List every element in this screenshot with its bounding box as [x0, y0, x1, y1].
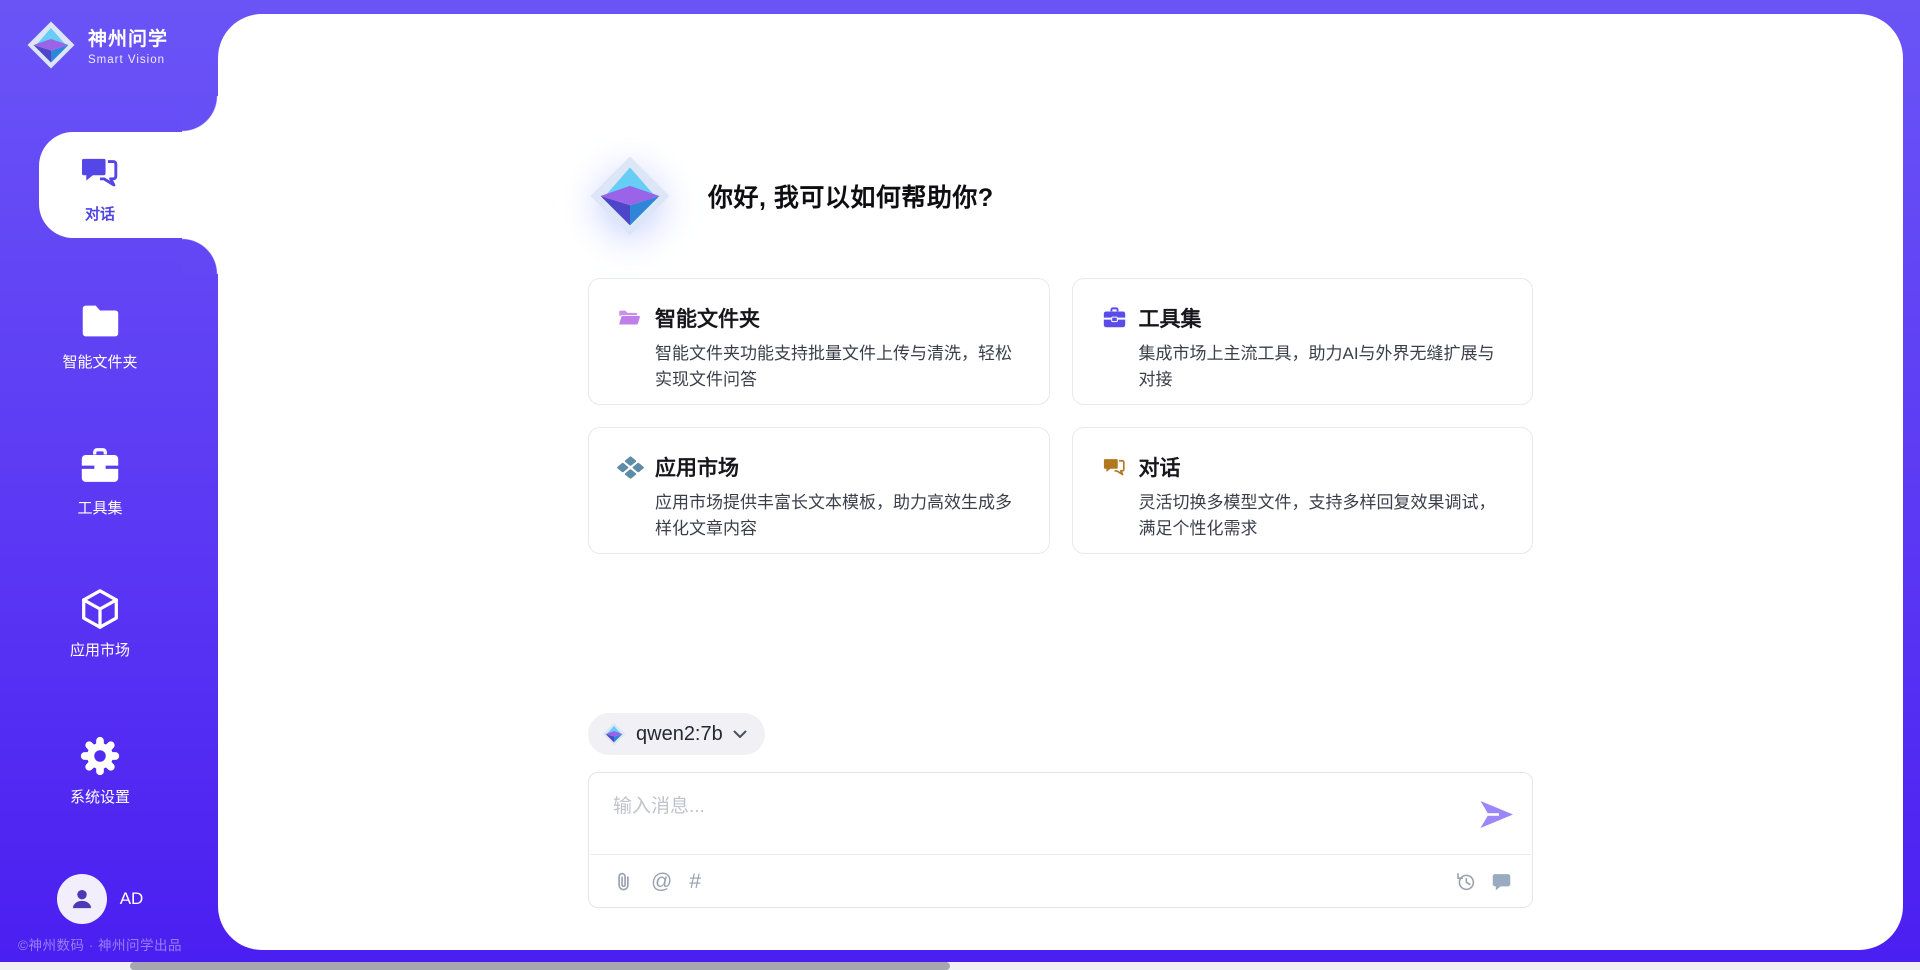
- sidebar-item-toolset[interactable]: 工具集: [0, 444, 200, 518]
- sidebar-item-label: 工具集: [77, 497, 122, 518]
- briefcase-icon: [1101, 305, 1128, 332]
- card-description: 灵活切换多模型文件，支持多样回复效果调试，满足个性化需求: [1139, 490, 1505, 541]
- sidebar-item-label: 对话: [85, 203, 115, 224]
- sidebar-item-label: 智能文件夹: [62, 351, 137, 372]
- history-icon: [1455, 871, 1476, 892]
- person-icon: [67, 884, 97, 914]
- paperclip-icon: [613, 871, 634, 892]
- cube-icon: [77, 586, 123, 632]
- horizontal-scrollbar-thumb[interactable]: [130, 962, 950, 970]
- send-button[interactable]: [1478, 799, 1516, 833]
- copyright-footer: ©神州数码 · 神州问学出品: [18, 934, 182, 954]
- sidebar-item-app-market[interactable]: 应用市场: [0, 586, 200, 660]
- model-diamond-icon: [602, 722, 626, 746]
- card-description: 应用市场提供丰富长文本模板，助力高效生成多样化文章内容: [655, 490, 1021, 541]
- sidebar: 神州问学 Smart Vision 对话 智能文件夹 工具集 应用市场 系统设置…: [0, 0, 218, 970]
- brand-name: 神州问学: [88, 24, 168, 51]
- folder-icon: [77, 298, 123, 344]
- message-icon: [1491, 871, 1512, 892]
- brand-subtitle: Smart Vision: [88, 54, 168, 66]
- card-title: 智能文件夹: [655, 303, 760, 333]
- model-selector[interactable]: qwen2:7b: [588, 713, 765, 755]
- blocks-icon: [617, 454, 644, 481]
- message-composer: @ #: [588, 772, 1533, 908]
- avatar: [57, 874, 107, 924]
- brand-logo: 神州问学 Smart Vision: [26, 20, 168, 70]
- mention-button[interactable]: @: [651, 871, 672, 892]
- greeting-title: 你好, 我可以如何帮助你?: [708, 178, 994, 214]
- card-chat[interactable]: 对话 灵活切换多模型文件，支持多样回复效果调试，满足个性化需求: [1072, 427, 1534, 554]
- sidebar-item-label: 应用市场: [70, 639, 130, 660]
- send-icon: [1479, 800, 1515, 830]
- sidebar-item-chat[interactable]: 对话: [0, 150, 200, 224]
- tab-curve-top: [182, 96, 218, 132]
- card-smart-folder[interactable]: 智能文件夹 智能文件夹功能支持批量文件上传与清洗，轻松实现文件问答: [588, 278, 1050, 405]
- greeting-block: 你好, 我可以如何帮助你?: [588, 154, 994, 238]
- card-title: 对话: [1139, 452, 1181, 482]
- chevron-down-icon: [733, 730, 747, 739]
- briefcase-icon: [77, 444, 123, 490]
- attach-file-button[interactable]: [613, 871, 634, 892]
- history-button[interactable]: [1455, 871, 1476, 892]
- user-initials: AD: [120, 889, 144, 909]
- main-panel: 你好, 我可以如何帮助你? 智能文件夹 智能文件夹功能支持批量文件上传与清洗，轻…: [218, 14, 1903, 950]
- card-description: 集成市场上主流工具，助力AI与外界无缝扩展与对接: [1139, 341, 1505, 392]
- tab-curve-bottom: [182, 238, 218, 274]
- card-title: 应用市场: [655, 452, 739, 482]
- folder-open-icon: [617, 305, 644, 332]
- feature-cards: 智能文件夹 智能文件夹功能支持批量文件上传与清洗，轻松实现文件问答 工具集 集成…: [588, 278, 1533, 554]
- topic-button[interactable]: #: [689, 871, 701, 892]
- card-toolset[interactable]: 工具集 集成市场上主流工具，助力AI与外界无缝扩展与对接: [1072, 278, 1534, 405]
- chat-icon: [77, 150, 123, 196]
- conversation-button[interactable]: [1491, 871, 1512, 892]
- card-description: 智能文件夹功能支持批量文件上传与清洗，轻松实现文件问答: [655, 341, 1021, 392]
- sidebar-item-settings[interactable]: 系统设置: [0, 733, 200, 807]
- user-account[interactable]: AD: [0, 874, 200, 924]
- chat-icon: [1101, 454, 1128, 481]
- message-input[interactable]: [613, 791, 1462, 848]
- model-name: qwen2:7b: [636, 723, 723, 746]
- at-icon: @: [651, 871, 672, 892]
- gear-icon: [77, 733, 123, 779]
- sidebar-item-label: 系统设置: [70, 786, 130, 807]
- brand-diamond-icon: [26, 20, 76, 70]
- hash-icon: #: [689, 871, 701, 892]
- horizontal-scrollbar-track: [0, 962, 1920, 970]
- hero-diamond-icon: [588, 154, 672, 238]
- sidebar-item-smart-folder[interactable]: 智能文件夹: [0, 298, 200, 372]
- card-app-market[interactable]: 应用市场 应用市场提供丰富长文本模板，助力高效生成多样化文章内容: [588, 427, 1050, 554]
- card-title: 工具集: [1139, 303, 1202, 333]
